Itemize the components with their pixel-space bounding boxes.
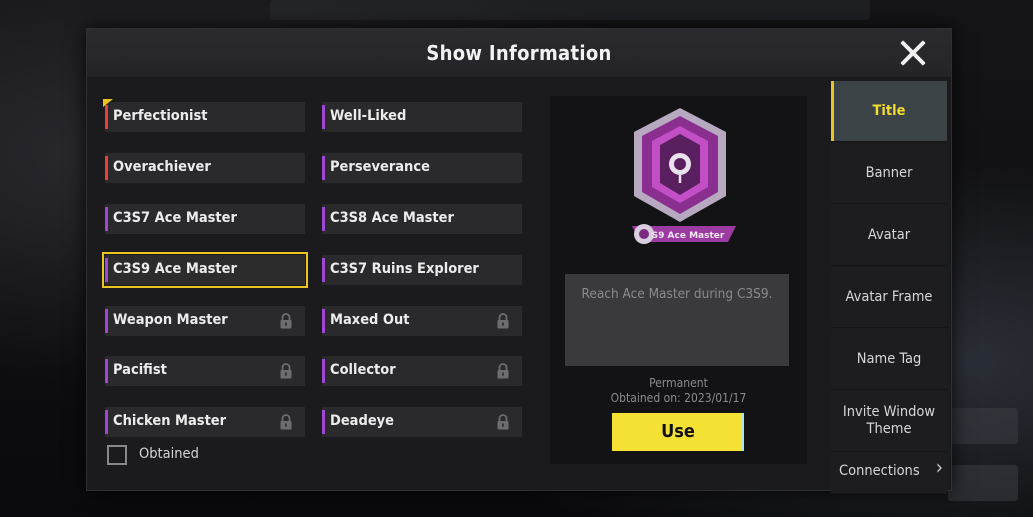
rarity-bar	[322, 359, 325, 383]
lock-icon	[497, 313, 509, 329]
tab-banner[interactable]: Banner	[831, 143, 947, 204]
title-item-label: Chicken Master	[113, 413, 227, 429]
use-button[interactable]: Use	[612, 413, 744, 451]
title-item-label: Weapon Master	[113, 312, 228, 328]
title-item[interactable]: Perseverance	[322, 153, 522, 183]
tab-label: Title	[872, 103, 906, 119]
badge-label: S9 Ace Master	[652, 231, 725, 241]
tab-title[interactable]: Title	[831, 81, 947, 142]
dialog-header: Show Information	[87, 29, 951, 78]
tab-name-tag[interactable]: Name Tag	[831, 329, 947, 390]
title-item-label: Well-Liked	[330, 108, 407, 124]
tab-label: Name Tag	[856, 351, 922, 367]
background-panel	[270, 0, 870, 20]
title-item-label: Perfectionist	[113, 108, 208, 124]
title-item[interactable]: C3S7 Ruins Explorer	[322, 255, 522, 285]
title-item-label: C3S7 Ruins Explorer	[330, 261, 479, 277]
title-item-label: Deadeye	[330, 413, 395, 429]
tab-label: Avatar Frame	[845, 289, 933, 305]
chevron-right-icon: ›	[935, 455, 943, 479]
background-panel	[948, 465, 1018, 501]
rarity-bar	[105, 156, 108, 180]
tab-invite-window-theme[interactable]: Invite Window Theme	[831, 391, 947, 452]
title-item[interactable]: Pacifist	[105, 356, 305, 386]
tab-connections[interactable]: Connections ›	[831, 453, 947, 494]
rarity-bar	[105, 105, 108, 129]
title-item[interactable]: C3S7 Ace Master	[105, 204, 305, 234]
close-icon[interactable]	[897, 37, 929, 69]
rarity-bar	[322, 156, 325, 180]
title-item-label: Collector	[330, 362, 396, 378]
title-item[interactable]: Perfectionist	[103, 99, 305, 132]
title-item[interactable]: Deadeye	[322, 407, 522, 437]
rarity-bar	[105, 410, 108, 434]
rarity-bar	[105, 359, 108, 383]
tab-avatar-frame[interactable]: Avatar Frame	[831, 267, 947, 328]
title-item-label: Pacifist	[113, 362, 167, 378]
background-panel	[948, 408, 1018, 444]
title-item-label: C3S7 Ace Master	[113, 210, 237, 226]
obtained-date-text: Obtained on: 2023/01/17	[610, 391, 747, 405]
title-item[interactable]: Overachiever	[105, 153, 305, 183]
lock-icon	[280, 363, 292, 379]
title-item[interactable]: C3S8 Ace Master	[322, 204, 522, 234]
title-item-label: Perseverance	[330, 159, 430, 175]
check-mark-icon	[103, 99, 113, 107]
title-description: Reach Ace Master during C3S9.	[581, 286, 773, 302]
title-item[interactable]: Collector	[322, 356, 522, 386]
rarity-bar	[322, 309, 325, 333]
lock-icon	[497, 363, 509, 379]
rarity-bar	[322, 207, 325, 231]
title-item-label: Maxed Out	[330, 312, 410, 328]
title-item-label: Overachiever	[113, 159, 211, 175]
title-detail-panel: S9 Ace Master Reach Ace Master during C3…	[550, 96, 807, 464]
lock-icon	[280, 313, 292, 329]
tab-label: Connections	[839, 463, 920, 479]
title-item[interactable]: C3S9 Ace Master	[102, 252, 308, 288]
tab-avatar[interactable]: Avatar	[831, 205, 947, 266]
rarity-bar	[322, 258, 325, 282]
lock-icon	[280, 414, 292, 430]
permanence-text: Permanent	[649, 376, 708, 390]
title-item-label: C3S9 Ace Master	[113, 261, 237, 277]
obtained-filter-label: Obtained	[139, 446, 199, 462]
rarity-bar	[322, 410, 325, 434]
checkbox-box[interactable]	[107, 445, 127, 465]
show-information-dialog: Show Information Perfectionist Well-Liked…	[86, 28, 952, 494]
tab-label: Banner	[865, 165, 913, 181]
dialog-title: Show Information	[426, 41, 612, 65]
lock-icon	[497, 414, 509, 430]
tab-label: Avatar	[867, 227, 911, 243]
title-item[interactable]: Well-Liked	[322, 102, 522, 132]
rarity-bar	[105, 207, 108, 231]
rarity-bar	[322, 105, 325, 129]
title-item-label: C3S8 Ace Master	[330, 210, 454, 226]
title-item[interactable]: Weapon Master	[105, 306, 305, 336]
dialog-content: Perfectionist Well-Liked Overachiever Perse…	[87, 77, 951, 494]
title-item[interactable]: Chicken Master	[105, 407, 305, 437]
tab-label: Invite Window Theme	[842, 404, 936, 437]
rarity-bar	[105, 309, 108, 333]
title-item[interactable]: Maxed Out	[322, 306, 522, 336]
ace-master-badge-icon: S9 Ace Master	[622, 104, 738, 254]
rarity-bar	[105, 258, 108, 282]
category-tabs: Title Banner Avatar Avatar Frame Name Tag Inv…	[831, 77, 951, 494]
description-box: Reach Ace Master during C3S9.	[565, 274, 789, 366]
